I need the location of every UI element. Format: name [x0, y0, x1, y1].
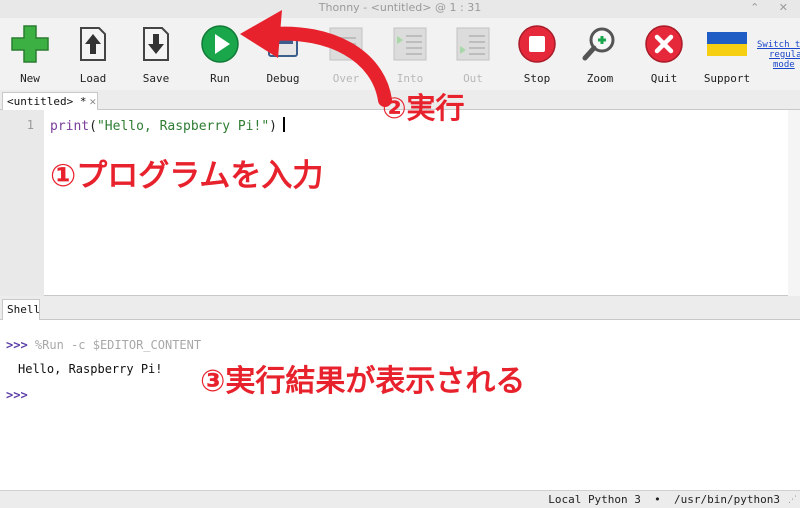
- shell-command: %Run -c $EDITOR_CONTENT: [34, 338, 202, 352]
- step-out-icon: [456, 27, 490, 61]
- step-out-button-label: Out: [463, 72, 483, 85]
- switch-mode-line3: mode: [773, 60, 795, 70]
- support-button[interactable]: Support: [697, 22, 757, 86]
- run-icon: [201, 25, 239, 63]
- save-button-label: Save: [142, 72, 170, 85]
- run-button-label: Run: [210, 72, 230, 85]
- step-over-button-label: Over: [332, 72, 360, 85]
- toolbar: New Load Save Run Debug Over Into Out St…: [0, 18, 800, 90]
- switch-mode-link[interactable]: Switch to regular mode: [757, 40, 800, 70]
- debug-button-label: Debug: [266, 72, 300, 85]
- save-button[interactable]: Save: [126, 22, 186, 86]
- switch-mode-line2: regular: [769, 50, 800, 60]
- new-file-icon: [11, 25, 49, 63]
- window-title: Thonny - <untitled> @ 1 : 31: [318, 1, 482, 14]
- code-string: "Hello, Raspberry Pi!": [96, 119, 270, 134]
- shell-command-row: >>> %Run -c $EDITOR_CONTENT: [6, 338, 201, 352]
- new-button[interactable]: New: [0, 22, 60, 86]
- debug-icon: [268, 31, 298, 57]
- step-over-icon: [329, 27, 363, 61]
- tab-shell[interactable]: Shell: [2, 299, 40, 320]
- step-out-button[interactable]: Out: [443, 22, 503, 86]
- stop-icon: [518, 25, 556, 63]
- support-button-label: Support: [703, 72, 751, 85]
- debug-button[interactable]: Debug: [253, 22, 313, 86]
- title-bar: Thonny - <untitled> @ 1 : 31 ⌃ ✕: [0, 0, 800, 18]
- run-button[interactable]: Run: [190, 22, 250, 86]
- window-controls[interactable]: ⌃ ✕: [750, 1, 796, 14]
- step-into-button-label: Into: [396, 72, 424, 85]
- editor-scrollbar[interactable]: [788, 110, 800, 296]
- shell-tabbar: Shell: [0, 296, 800, 320]
- code-paren-close: ): [269, 119, 277, 134]
- shell-prompt-row[interactable]: >>>: [6, 388, 28, 402]
- load-button[interactable]: Load: [63, 22, 123, 86]
- load-button-label: Load: [79, 72, 107, 85]
- code-paren-open: (: [89, 119, 97, 134]
- ukraine-flag-icon: [707, 32, 747, 56]
- new-button-label: New: [20, 72, 40, 85]
- line-number: 1: [26, 118, 34, 132]
- annotation-step1: ①プログラムを入力: [50, 158, 324, 194]
- code-editor[interactable]: 1 print("Hello, Raspberry Pi!"): [0, 110, 800, 296]
- load-icon: [80, 27, 106, 61]
- stop-button-label: Stop: [523, 72, 551, 85]
- text-caret: [282, 117, 285, 132]
- zoom-button-label: Zoom: [586, 72, 614, 85]
- step-over-button[interactable]: Over: [316, 22, 376, 86]
- status-bar: Local Python 3 • /usr/bin/python3 ⋰: [0, 490, 800, 508]
- stop-button[interactable]: Stop: [507, 22, 567, 86]
- resize-grip-icon[interactable]: ⋰: [788, 495, 797, 505]
- annotation-step2: ②実行: [382, 91, 465, 125]
- annotation-step3: ③実行結果が表示される: [200, 364, 526, 399]
- zoom-button[interactable]: Zoom: [570, 22, 630, 86]
- close-icon[interactable]: ✕: [89, 95, 96, 108]
- quit-icon: [645, 25, 683, 63]
- quit-button[interactable]: Quit: [634, 22, 694, 86]
- quit-button-label: Quit: [650, 72, 678, 85]
- tab-untitled-label: <untitled> *: [7, 95, 87, 108]
- tab-untitled[interactable]: <untitled> * ✕: [2, 92, 98, 110]
- step-into-icon: [393, 27, 427, 61]
- code-function: print: [50, 119, 90, 134]
- shell-prompt-current: >>>: [6, 388, 28, 402]
- step-into-button[interactable]: Into: [380, 22, 440, 86]
- shell-panel[interactable]: >>> %Run -c $EDITOR_CONTENT Hello, Raspb…: [0, 320, 800, 490]
- zoom-icon: [582, 27, 615, 61]
- shell-prompt: >>>: [6, 338, 28, 352]
- save-icon: [143, 27, 169, 61]
- interpreter-status[interactable]: Local Python 3 • /usr/bin/python3: [548, 493, 780, 506]
- shell-output: Hello, Raspberry Pi!: [18, 362, 163, 376]
- line-number-gutter: 1: [0, 110, 44, 296]
- switch-mode-line1: Switch to: [757, 40, 800, 50]
- code-line[interactable]: print("Hello, Raspberry Pi!"): [50, 117, 285, 134]
